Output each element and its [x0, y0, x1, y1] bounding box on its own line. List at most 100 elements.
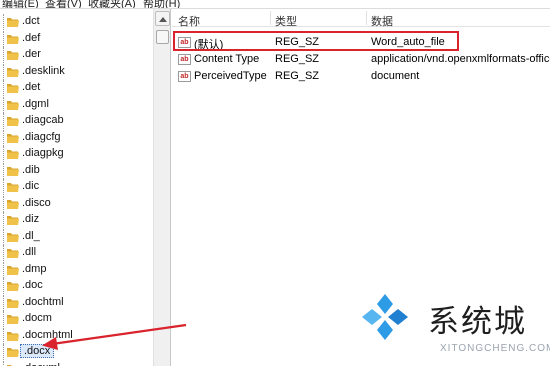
folder-icon [7, 364, 18, 366]
tree-item-label: .docxml [22, 362, 60, 366]
value-row-content-type[interactable]: ab Content Type REG_SZ application/vnd.o… [172, 51, 550, 67]
folder-icon [7, 348, 19, 357]
menu-view[interactable]: 查看(V) [45, 0, 82, 8]
tree-item[interactable]: .dgml [0, 96, 153, 113]
registry-key-tree: .dct .def .der .desklink .det .dgml .diagcab .d… [0, 9, 171, 366]
folder-icon [7, 265, 19, 275]
tree-connector-line [3, 212, 4, 228]
tree-connector-line [3, 294, 4, 311]
tree-item-label: .dic [22, 180, 40, 192]
tree-item[interactable]: .diagcab [0, 113, 153, 129]
tree-item[interactable]: .dib [0, 162, 153, 179]
folder-icon [7, 199, 19, 209]
tree-item-label: .dl_ [22, 229, 40, 242]
tree-item-label: .dochtml [22, 295, 64, 308]
tree-item-label: .dct [22, 15, 40, 27]
tree-item[interactable]: .desklink [0, 63, 153, 80]
tree-connector-line [3, 14, 4, 30]
watermark-title: 系统城 [428, 304, 527, 340]
tree-connector-line [3, 311, 4, 327]
folder-icon [7, 331, 19, 341]
scroll-up-button[interactable] [155, 11, 170, 26]
tree-item-label: .disco [22, 196, 51, 209]
value-row-perceived-type[interactable]: ab PerceivedType REG_SZ document [172, 68, 550, 84]
value-type: REG_SZ [275, 70, 320, 82]
menu-favorites[interactable]: 收藏夹(A) [88, 0, 136, 8]
tree-connector-line [3, 261, 4, 278]
tree-item[interactable]: .disco [0, 195, 153, 212]
tree-item-label: .doc [22, 279, 43, 291]
tree-item-label: .det [22, 81, 41, 93]
value-data: document [371, 70, 420, 82]
folder-icon [7, 117, 19, 126]
column-type[interactable]: 类型 [275, 13, 297, 29]
tree-connector-line [3, 179, 4, 195]
tree-item-label: .dll [22, 246, 37, 258]
tree-connector-line [3, 129, 4, 146]
tree-item-label: .diagcab [22, 114, 64, 126]
tree-connector-line [3, 228, 4, 245]
tree-item[interactable]: .docxml [0, 360, 153, 366]
folder-icon [7, 249, 19, 258]
tree-item[interactable]: .diagpkg [0, 146, 153, 162]
column-data[interactable]: 数据 [371, 13, 393, 29]
value-data: application/vnd.openxmlformats-office [371, 53, 550, 65]
folder-icon [7, 232, 19, 242]
watermark-url: XITONGCHENG.COM [440, 343, 550, 354]
column-header: 名称 类型 数据 [172, 9, 550, 29]
tree-connector-line [3, 96, 4, 113]
menu-help[interactable]: 帮助(H) [143, 0, 180, 8]
tree-connector-line [3, 113, 4, 129]
folder-icon [7, 150, 19, 159]
tree-connector-line [3, 278, 4, 294]
tree-connector-line [3, 195, 4, 212]
tree-connector-line [3, 47, 4, 63]
folder-icon [7, 216, 19, 225]
menu-bar: 编辑(E) 查看(V) 收藏夹(A) 帮助(H) [0, 0, 550, 9]
annotation-highlight-box [173, 31, 459, 51]
tree-item-label: .desklink [22, 64, 65, 77]
value-name: Content Type [194, 53, 260, 65]
folder-icon [7, 282, 19, 291]
tree-connector-line [3, 162, 4, 179]
tree-item[interactable]: .dl_ [0, 228, 153, 245]
annotation-arrow-icon [42, 323, 187, 350]
tree-item[interactable]: .def [0, 30, 153, 47]
folder-icon [7, 100, 19, 110]
folder-icon [7, 34, 19, 44]
menu-edit[interactable]: 编辑(E) [2, 0, 39, 8]
tree-item-label: .def [22, 31, 41, 44]
folder-icon [7, 315, 19, 324]
scroll-thumb[interactable] [156, 30, 169, 44]
tree-item[interactable]: .dll [0, 245, 153, 261]
column-name[interactable]: 名称 [178, 13, 200, 29]
tree-item-label: .dib [22, 163, 40, 176]
tree-item[interactable]: .der [0, 47, 153, 63]
tree-item-label: .dgml [22, 97, 49, 110]
tree-item[interactable]: .dic [0, 179, 153, 195]
tree-item[interactable]: .doc [0, 278, 153, 294]
tree-item[interactable]: .dmp [0, 261, 153, 278]
tree-item[interactable]: .dochtml [0, 294, 153, 311]
value-name: PerceivedType [194, 70, 267, 82]
folder-icon [7, 84, 19, 93]
tree-item[interactable]: .dct [0, 14, 153, 30]
tree-connector-line [3, 327, 4, 344]
folder-icon [7, 18, 19, 27]
tree-connector-line [3, 63, 4, 80]
folder-icon [7, 51, 19, 60]
string-value-icon: ab [178, 54, 191, 65]
string-value-icon: ab [178, 71, 191, 82]
folder-icon [7, 183, 19, 192]
xitongcheng-logo-icon [362, 294, 408, 340]
tree-scrollbar[interactable] [153, 9, 170, 366]
tree-item[interactable]: .diagcfg [0, 129, 153, 146]
tree-item[interactable]: .diz [0, 212, 153, 228]
chevron-up-icon [158, 16, 167, 22]
tree-item-label: .diagcfg [22, 130, 61, 143]
tree-connector-line [3, 30, 4, 47]
tree-connector-line [3, 80, 4, 96]
tree-item-label: .diagpkg [22, 147, 64, 159]
tree-item[interactable]: .det [0, 80, 153, 96]
watermark: 系统城 XITONGCHENG.COM [360, 287, 550, 366]
